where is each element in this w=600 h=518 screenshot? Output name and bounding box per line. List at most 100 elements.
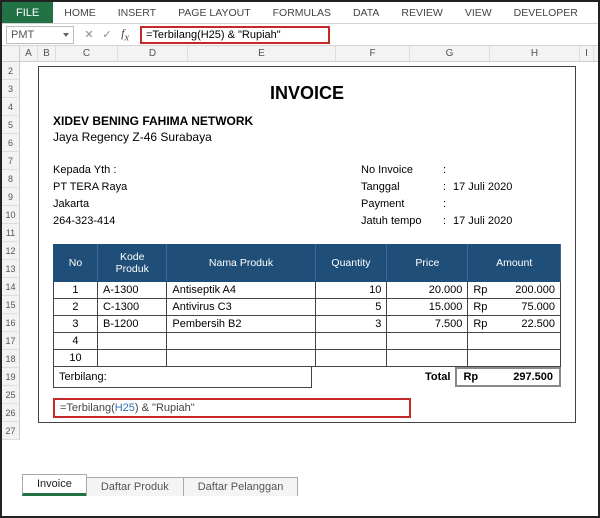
file-tab[interactable]: FILE — [2, 2, 53, 23]
enter-icon[interactable]: ✓ — [100, 28, 114, 41]
recipient-city: Jakarta — [53, 196, 361, 213]
col-header-e[interactable]: E — [188, 46, 336, 61]
cell-kode[interactable]: C-1300 — [97, 299, 166, 316]
row-header-18[interactable]: 18 — [2, 350, 20, 368]
tab-formulas[interactable]: FORMULAS — [262, 2, 342, 23]
cell-nama[interactable]: Antiseptik A4 — [167, 282, 315, 299]
cell-qty[interactable] — [315, 350, 387, 367]
sheet-tab-invoice[interactable]: Invoice — [22, 474, 87, 496]
chevron-down-icon[interactable] — [63, 33, 69, 37]
row-header-19[interactable]: 19 — [2, 368, 20, 386]
invoice-document: INVOICE XIDEV BENING FAHIMA NETWORK Jaya… — [38, 66, 576, 423]
tab-view[interactable]: VIEW — [454, 2, 503, 23]
row-header-11[interactable]: 11 — [2, 224, 20, 242]
cell-amount[interactable]: Rp200.000 — [468, 282, 561, 299]
row-header-8[interactable]: 8 — [2, 170, 20, 188]
cell-qty[interactable] — [315, 333, 387, 350]
tab-data[interactable]: DATA — [342, 2, 390, 23]
tab-review[interactable]: REVIEW — [390, 2, 453, 23]
cell-amount[interactable] — [468, 350, 561, 367]
table-row[interactable]: 3B-1200Pembersih B237.500Rp22.500 — [54, 316, 561, 333]
row-header-2[interactable]: 2 — [2, 62, 20, 80]
fx-icon[interactable]: fx — [118, 26, 132, 43]
total-amount-cell[interactable]: Rp 297.500 — [455, 367, 561, 387]
cell-kode[interactable] — [97, 333, 166, 350]
row-header-14[interactable]: 14 — [2, 278, 20, 296]
row-header-6[interactable]: 6 — [2, 134, 20, 152]
meta-payment-value — [453, 196, 561, 213]
cell-qty[interactable]: 3 — [315, 316, 387, 333]
cell-kode[interactable] — [97, 350, 166, 367]
formula-input[interactable]: =Terbilang(H25) & "Rupiah" — [140, 26, 330, 44]
col-header-b[interactable]: B — [38, 46, 56, 61]
col-header-i[interactable]: I — [580, 46, 594, 61]
th-amt: Amount — [468, 245, 561, 282]
tab-insert[interactable]: INSERT — [107, 2, 167, 23]
name-box[interactable]: PMT — [6, 26, 74, 44]
cell-kode[interactable]: A-1300 — [97, 282, 166, 299]
company-address: Jaya Regency Z-46 Surabaya — [53, 130, 561, 144]
formula-echo-cell[interactable]: =Terbilang(H25) & "Rupiah" — [53, 398, 411, 418]
row-header-13[interactable]: 13 — [2, 260, 20, 278]
total-currency: Rp — [463, 371, 478, 383]
invoice-table: No Kode Produk Nama Produk Quantity Pric… — [53, 244, 561, 367]
cell-qty[interactable]: 10 — [315, 282, 387, 299]
cell-no[interactable]: 4 — [54, 333, 98, 350]
row-header-15[interactable]: 15 — [2, 296, 20, 314]
row-header-27[interactable]: 27 — [2, 422, 20, 440]
sheet-tab-daftar-pelanggan[interactable]: Daftar Pelanggan — [183, 477, 299, 496]
cell-nama[interactable] — [167, 350, 315, 367]
sheet-tabs: Invoice Daftar Produk Daftar Pelanggan — [22, 474, 297, 496]
select-all-corner[interactable] — [2, 46, 20, 62]
col-header-h[interactable]: H — [490, 46, 580, 61]
invoice-meta: No Invoice: Tanggal:17 Juli 2020 Payment… — [361, 162, 561, 230]
cell-no[interactable]: 3 — [54, 316, 98, 333]
tab-developer[interactable]: DEVELOPER — [503, 2, 589, 23]
cell-price[interactable] — [387, 333, 468, 350]
meta-date-value: 17 Juli 2020 — [453, 179, 561, 196]
name-box-value: PMT — [11, 29, 34, 41]
cell-qty[interactable]: 5 — [315, 299, 387, 316]
row-header-26[interactable]: 26 — [2, 404, 20, 422]
cell-price[interactable]: 15.000 — [387, 299, 468, 316]
cancel-icon[interactable]: ✕ — [82, 28, 96, 41]
col-header-d[interactable]: D — [118, 46, 188, 61]
row-header-17[interactable]: 17 — [2, 332, 20, 350]
row-header-9[interactable]: 9 — [2, 188, 20, 206]
row-header-10[interactable]: 10 — [2, 206, 20, 224]
ribbon: FILE HOME INSERT PAGE LAYOUT FORMULAS DA… — [2, 2, 598, 24]
table-row[interactable]: 1A-1300Antiseptik A41020.000Rp200.000 — [54, 282, 561, 299]
col-header-g[interactable]: G — [410, 46, 490, 61]
row-header-3[interactable]: 3 — [2, 80, 20, 98]
cell-price[interactable]: 20.000 — [387, 282, 468, 299]
recipient-name: PT TERA Raya — [53, 179, 361, 196]
cell-no[interactable]: 2 — [54, 299, 98, 316]
cell-no[interactable]: 1 — [54, 282, 98, 299]
cell-price[interactable] — [387, 350, 468, 367]
cell-nama[interactable] — [167, 333, 315, 350]
col-header-f[interactable]: F — [336, 46, 410, 61]
cell-amount[interactable] — [468, 333, 561, 350]
row-header-12[interactable]: 12 — [2, 242, 20, 260]
cell-no[interactable]: 10 — [54, 350, 98, 367]
table-row[interactable]: 10 — [54, 350, 561, 367]
row-header-16[interactable]: 16 — [2, 314, 20, 332]
table-row[interactable]: 2C-1300Antivirus C3515.000Rp75.000 — [54, 299, 561, 316]
table-row[interactable]: 4 — [54, 333, 561, 350]
cell-amount[interactable]: Rp22.500 — [468, 316, 561, 333]
cell-nama[interactable]: Pembersih B2 — [167, 316, 315, 333]
row-header-7[interactable]: 7 — [2, 152, 20, 170]
cell-price[interactable]: 7.500 — [387, 316, 468, 333]
row-header-25[interactable]: 25 — [2, 386, 20, 404]
col-header-a[interactable]: A — [20, 46, 38, 61]
row-header-4[interactable]: 4 — [2, 98, 20, 116]
cell-kode[interactable]: B-1200 — [97, 316, 166, 333]
invoice-title: INVOICE — [53, 83, 561, 104]
row-header-5[interactable]: 5 — [2, 116, 20, 134]
cell-nama[interactable]: Antivirus C3 — [167, 299, 315, 316]
cell-amount[interactable]: Rp75.000 — [468, 299, 561, 316]
sheet-tab-daftar-produk[interactable]: Daftar Produk — [86, 477, 184, 496]
tab-page-layout[interactable]: PAGE LAYOUT — [167, 2, 262, 23]
tab-home[interactable]: HOME — [53, 2, 107, 23]
col-header-c[interactable]: C — [56, 46, 118, 61]
